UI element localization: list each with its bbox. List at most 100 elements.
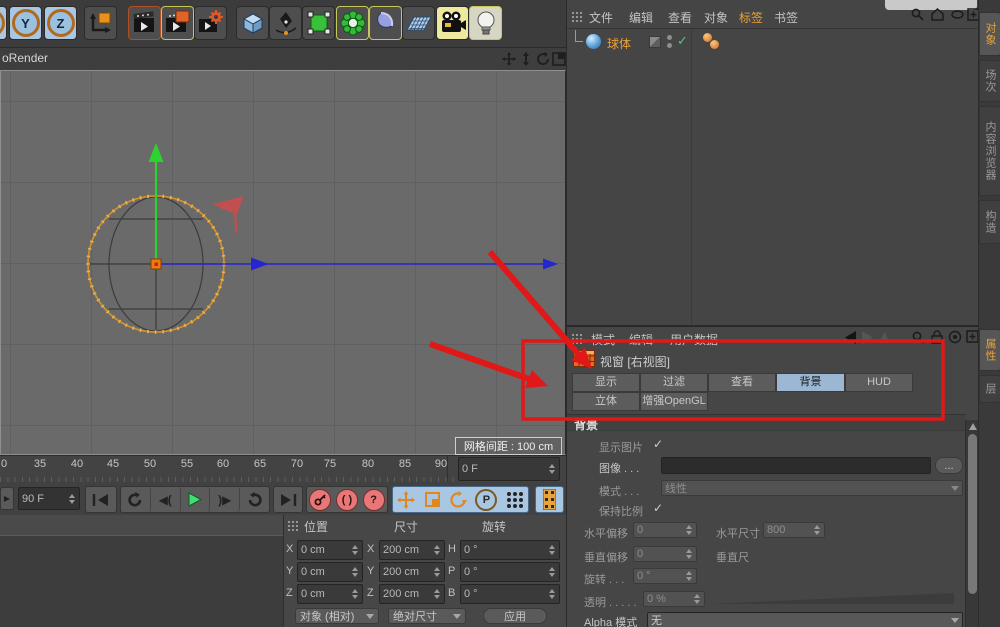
- tab-back[interactable]: 背景: [776, 373, 845, 392]
- tab-stereo[interactable]: 立体: [572, 392, 640, 411]
- rotation-field[interactable]: 0 °: [633, 568, 697, 584]
- viewport-menu-prorender[interactable]: oRender: [2, 51, 48, 65]
- mini-play-button[interactable]: ▶: [0, 487, 14, 510]
- play-forward-button[interactable]: [240, 487, 269, 512]
- spinner-icon[interactable]: [67, 494, 76, 504]
- tab-content-browser[interactable]: 内容浏览器: [979, 106, 1000, 196]
- om-menu-view[interactable]: 查看: [668, 9, 692, 26]
- transparency-field[interactable]: 0 %: [643, 591, 705, 607]
- am-menu-edit[interactable]: 编辑: [629, 331, 653, 348]
- om-menu-bookmarks[interactable]: 书签: [774, 9, 798, 26]
- coord-mode-dropdown[interactable]: 对象 (相对): [295, 608, 379, 624]
- show-image-checkbox[interactable]: ✓: [653, 437, 663, 451]
- object-tree-row[interactable]: 球体 ✓: [567, 30, 979, 54]
- rot-h-field[interactable]: 0 °: [460, 540, 560, 560]
- h-offset-field[interactable]: 0: [633, 522, 697, 538]
- viewport-canvas[interactable]: 网格间距 : 100 cm: [0, 70, 566, 455]
- size-z-field[interactable]: 200 cm: [379, 584, 445, 604]
- z-axis-lock-button[interactable]: Z: [44, 6, 77, 40]
- scroll-up-arrow[interactable]: [969, 423, 977, 430]
- render-view-button[interactable]: [128, 6, 161, 40]
- history-back-icon[interactable]: [843, 331, 857, 344]
- autokey-button[interactable]: ( ): [336, 489, 358, 511]
- add-cube-button[interactable]: [236, 6, 269, 40]
- tab-enhanced-opengl[interactable]: 增强OpenGL: [640, 392, 708, 411]
- deformers-button[interactable]: [369, 6, 402, 40]
- target-icon[interactable]: [948, 330, 962, 344]
- phong-tag-icon[interactable]: [703, 33, 721, 51]
- goto-start-button[interactable]: [85, 486, 117, 513]
- history-up-icon[interactable]: [878, 331, 891, 344]
- next-key-button[interactable]: )▶: [210, 487, 240, 512]
- tab-hud[interactable]: HUD: [845, 373, 913, 392]
- rotate-view-icon[interactable]: [536, 52, 550, 66]
- scrollbar-thumb[interactable]: [968, 434, 977, 594]
- rot-p-field[interactable]: 0 °: [460, 562, 560, 582]
- search-icon[interactable]: [911, 8, 924, 21]
- scale-tool-icon[interactable]: [424, 491, 441, 508]
- pos-y-field[interactable]: 0 cm: [297, 562, 363, 582]
- am-menu-userdata[interactable]: 用户数据: [670, 331, 718, 348]
- timeline-ruler[interactable]: 0 35 40 45 50 55 60 65 70 75 80 85 90 0 …: [0, 455, 566, 482]
- rotate-tool-icon[interactable]: [449, 491, 467, 509]
- enabled-check-icon[interactable]: ✓: [677, 33, 688, 49]
- current-frame-field[interactable]: 90 F: [18, 487, 80, 510]
- search-icon[interactable]: [912, 331, 925, 344]
- play-backward-button[interactable]: [121, 487, 151, 512]
- pos-x-field[interactable]: 0 cm: [297, 540, 363, 560]
- v-offset-field[interactable]: 0: [633, 546, 697, 562]
- om-menu-objects[interactable]: 对象: [704, 9, 728, 26]
- previous-key-button[interactable]: ◀(: [151, 487, 181, 512]
- om-menu-tags[interactable]: 标签: [739, 9, 763, 26]
- light-button[interactable]: [469, 6, 502, 40]
- play-button[interactable]: [181, 487, 211, 512]
- sphere-object-icon[interactable]: [586, 34, 601, 49]
- timeline-mode-button[interactable]: [535, 486, 564, 513]
- mode-dropdown[interactable]: 线性: [661, 480, 963, 496]
- pen-spline-button[interactable]: [269, 6, 302, 40]
- panel-grip-icon[interactable]: [287, 520, 298, 531]
- y-axis-lock-button[interactable]: Y: [9, 6, 42, 40]
- tab-structure[interactable]: 构造: [979, 200, 1000, 244]
- object-name[interactable]: 球体: [607, 35, 631, 52]
- end-frame-field[interactable]: 0 F: [458, 457, 560, 481]
- path-icon[interactable]: [951, 10, 964, 19]
- record-keyframe-button[interactable]: [309, 489, 331, 511]
- rot-b-field[interactable]: 0 °: [460, 584, 560, 604]
- size-mode-dropdown[interactable]: 绝对尺寸: [388, 608, 466, 624]
- spinner-icon[interactable]: [547, 464, 556, 474]
- pos-z-field[interactable]: 0 cm: [297, 584, 363, 604]
- transparency-slider[interactable]: [710, 593, 954, 604]
- keying-options-button[interactable]: ?: [363, 489, 385, 511]
- dolly-view-icon[interactable]: [519, 52, 533, 66]
- om-menu-edit[interactable]: 编辑: [629, 9, 653, 26]
- goto-end-button[interactable]: [273, 486, 303, 513]
- om-menu-file[interactable]: 文件: [589, 9, 613, 26]
- size-x-field[interactable]: 200 cm: [379, 540, 445, 560]
- tab-view[interactable]: 查看: [708, 373, 776, 392]
- home-icon[interactable]: [931, 8, 944, 21]
- panel-grip-icon[interactable]: [571, 11, 582, 22]
- alpha-mode-dropdown[interactable]: 无: [647, 612, 963, 627]
- apply-button[interactable]: 应用: [483, 608, 547, 624]
- section-header-background[interactable]: 背景: [567, 414, 966, 431]
- size-y-field[interactable]: 200 cm: [379, 562, 445, 582]
- history-forward-icon[interactable]: [861, 331, 875, 344]
- tab-display[interactable]: 显示: [572, 373, 640, 392]
- generators-button[interactable]: [336, 6, 369, 40]
- coordinate-system-button[interactable]: [84, 6, 117, 40]
- panel-grip-icon[interactable]: [571, 333, 582, 344]
- edit-mesh-button[interactable]: [302, 6, 335, 40]
- x-axis-lock-button[interactable]: [0, 6, 7, 40]
- am-menu-mode[interactable]: 模式: [591, 331, 615, 348]
- render-visibility-dot[interactable]: [667, 43, 672, 48]
- render-picture-viewer-button[interactable]: [161, 6, 194, 40]
- tab-attributes[interactable]: 属性: [979, 329, 1000, 371]
- h-size-field[interactable]: 800: [763, 522, 825, 538]
- browse-button[interactable]: ...: [935, 457, 963, 474]
- layer-swatch-icon[interactable]: [649, 36, 661, 48]
- coordinate-mode-button[interactable]: P: [475, 489, 497, 511]
- toggle-views-icon[interactable]: [552, 52, 566, 66]
- tab-takes[interactable]: 场次: [979, 60, 1000, 102]
- render-settings-button[interactable]: [194, 6, 227, 40]
